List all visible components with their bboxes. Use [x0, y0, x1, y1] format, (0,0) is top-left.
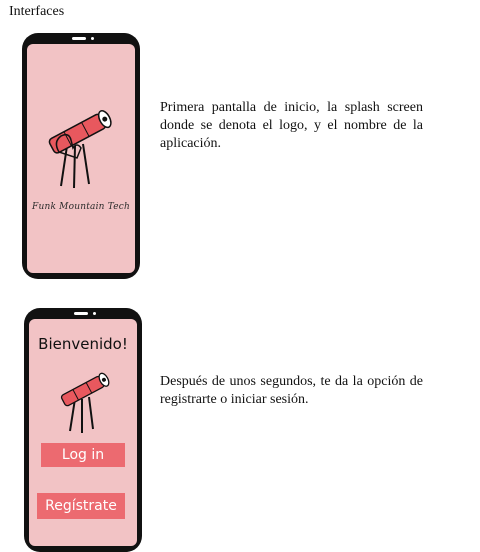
section-heading: Interfaces	[9, 4, 65, 19]
welcome-title: Bienvenido!	[38, 335, 128, 353]
login-button[interactable]: Log in	[41, 443, 125, 467]
welcome-description: Después de unos segundos, te da la opció…	[160, 374, 423, 407]
splash-screen: Funk Mountain Tech	[27, 44, 135, 273]
splash-phone-mockup: Funk Mountain Tech	[22, 33, 140, 279]
phone-speaker	[72, 37, 86, 40]
welcome-screen: Bienvenido! Log in Regístrate	[29, 319, 137, 546]
app-brand-name: Funk Mountain Tech	[32, 202, 130, 212]
phone-camera	[93, 312, 96, 315]
register-button[interactable]: Regístrate	[37, 493, 125, 519]
telescope-logo-icon	[48, 110, 112, 189]
phone-camera	[91, 37, 94, 40]
welcome-phone-mockup: Bienvenido! Log in Regístrate	[24, 308, 142, 552]
telescope-logo-icon	[60, 372, 110, 433]
phone-speaker	[74, 312, 88, 315]
splash-description: Primera pantalla de inicio, la splash sc…	[160, 100, 423, 151]
